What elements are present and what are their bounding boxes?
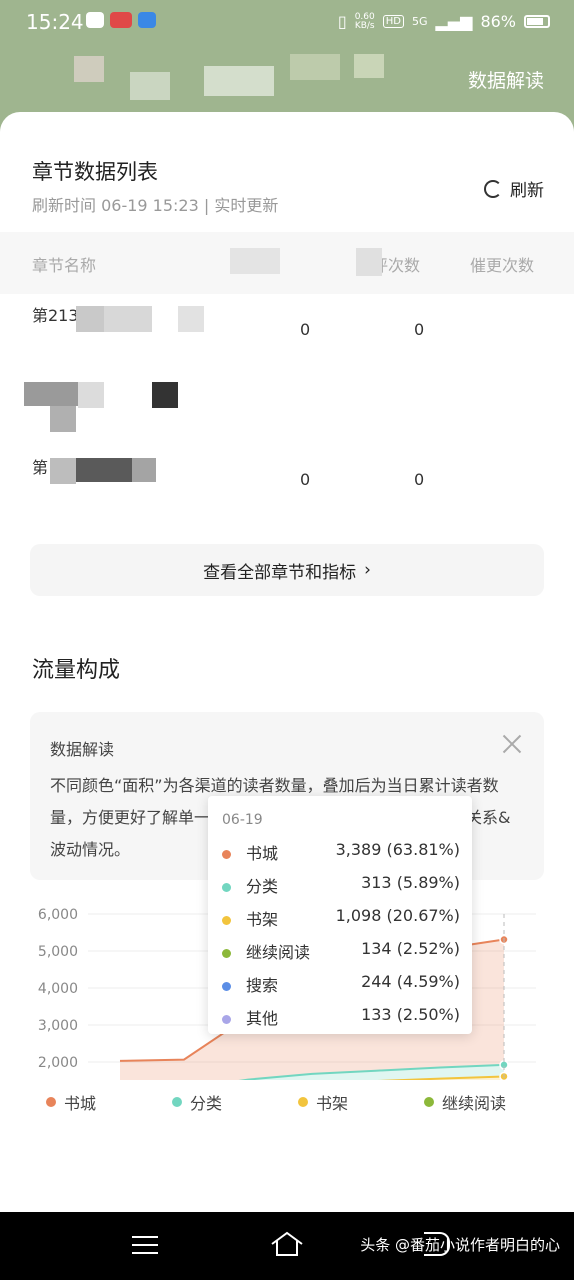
watermark: 头条 @番茄小说作者明白的心 xyxy=(360,1236,560,1254)
view-all-label: 查看全部章节和指标 xyxy=(203,562,357,583)
pixelated-text xyxy=(104,306,152,332)
legend-dot-icon xyxy=(222,883,231,892)
tooltip-row: 继续阅读 134 (2.52%) xyxy=(222,939,460,967)
row-value: 0 xyxy=(414,320,425,339)
tooltip-value: 3,389 (63.81%) xyxy=(335,840,460,859)
pixelated-text xyxy=(78,382,104,408)
table-row[interactable]: 第213章 念 0 0 xyxy=(0,294,574,372)
message-icon xyxy=(86,12,104,28)
tooltip-label: 书架 xyxy=(246,910,279,929)
chapter-list-title: 章节数据列表 xyxy=(32,160,158,184)
status-right: ▯ 0.60 KB/s HD 5G ▂▄▆ 86% xyxy=(338,12,550,31)
vibrate-icon: ▯ xyxy=(337,12,347,31)
table-row[interactable] xyxy=(0,370,574,448)
legend-label: 书城 xyxy=(64,1094,97,1113)
table-row[interactable]: 第 最后的变化 0 0 xyxy=(0,446,574,524)
legend-dot-icon xyxy=(222,850,231,859)
hd-icon: HD xyxy=(382,15,404,28)
tooltip-value: 133 (2.50%) xyxy=(361,1005,460,1024)
y-tick-label: 4,000 xyxy=(38,981,78,997)
notification-icons xyxy=(86,12,156,28)
y-tick-label: 2,000 xyxy=(38,1055,78,1071)
battery-percent: 86% xyxy=(480,12,516,31)
close-icon[interactable] xyxy=(500,732,524,756)
refresh-icon xyxy=(484,179,502,198)
legend-dot-icon xyxy=(222,1015,231,1024)
app-notification-icon xyxy=(138,12,156,28)
legend-label: 继续阅读 xyxy=(442,1094,507,1113)
tooltip-value: 244 (4.59%) xyxy=(361,972,460,991)
speed-unit: KB/s xyxy=(354,20,375,31)
signal-icon: ▂▄▆ xyxy=(435,12,473,31)
tooltip-row: 书城 3,389 (63.81%) xyxy=(222,840,460,868)
row-value: 0 xyxy=(300,470,311,489)
tooltip-value: 313 (5.89%) xyxy=(361,873,460,892)
tooltip-row: 搜索 244 (4.59%) xyxy=(222,972,460,1000)
pixelated-text xyxy=(24,382,78,406)
pixelated-text xyxy=(152,382,178,408)
network-speed: 0.60 KB/s xyxy=(354,12,375,31)
battery-icon xyxy=(524,15,550,28)
legend-dot-icon xyxy=(424,1097,434,1107)
legend-dot-icon xyxy=(172,1097,182,1107)
status-bar: 15:24 ▯ 0.60 KB/s HD 5G ▂▄▆ 86% xyxy=(0,0,574,44)
refresh-time: 刷新时间 06-19 15:23 | 实时更新 xyxy=(32,196,279,215)
legend-dot-icon xyxy=(298,1097,308,1107)
traffic-title: 流量构成 xyxy=(32,658,121,683)
page-header: 数据解读 xyxy=(0,46,574,116)
status-time: 15:24 xyxy=(26,10,84,34)
tooltip-label: 搜索 xyxy=(246,976,279,995)
system-nav-bar: 头条 @番茄小说作者明白的心 xyxy=(0,1212,574,1280)
tooltip-label: 分类 xyxy=(246,877,279,896)
pixelated-text xyxy=(50,458,76,484)
toutiao-icon xyxy=(110,12,132,28)
y-tick-label: 5,000 xyxy=(38,944,78,960)
tooltip-row: 书架 1,098 (20.67%) xyxy=(222,906,460,934)
tooltip-label: 书城 xyxy=(246,844,279,863)
pixelated-text xyxy=(132,458,156,482)
pixelated-text xyxy=(76,306,104,332)
data-interpretation-link[interactable]: 数据解读 xyxy=(468,66,544,93)
menu-icon[interactable] xyxy=(132,1236,158,1254)
tooltip-label: 其他 xyxy=(246,1009,279,1028)
legend-item[interactable]: 书城 xyxy=(46,1090,96,1114)
interpretation-title: 数据解读 xyxy=(50,740,115,759)
chart-tooltip: 06-19 书城 3,389 (63.81%) 分类 313 (5.89%) 书架 1,0… xyxy=(208,796,472,1034)
table-header: 章节名称 章评次数 催更次数 xyxy=(0,232,574,294)
legend-label: 书架 xyxy=(316,1094,349,1113)
legend-dot-icon xyxy=(222,949,231,958)
tooltip-date: 06-19 xyxy=(222,812,263,828)
home-icon[interactable] xyxy=(270,1230,304,1258)
legend-item[interactable]: 继续阅读 xyxy=(424,1090,506,1114)
tooltip-row: 其他 133 (2.50%) xyxy=(222,1005,460,1033)
col-chapter-name: 章节名称 xyxy=(32,256,97,275)
pixelated-title xyxy=(70,50,400,102)
tooltip-label: 继续阅读 xyxy=(246,943,311,962)
view-all-chapters-button[interactable]: 查看全部章节和指标 › xyxy=(30,544,544,596)
row-value: 0 xyxy=(300,320,311,339)
legend-dot-icon xyxy=(222,982,231,991)
col-urges: 催更次数 xyxy=(470,256,535,275)
tooltip-value: 1,098 (20.67%) xyxy=(335,906,460,925)
y-tick-label: 3,000 xyxy=(38,1018,78,1034)
pixelated-column xyxy=(230,248,280,274)
pixelated-text xyxy=(50,406,76,432)
chart-legend: 书城 分类 书架 继续阅读 xyxy=(0,1090,574,1120)
refresh-button[interactable]: 刷新 xyxy=(484,176,544,201)
tooltip-row: 分类 313 (5.89%) xyxy=(222,873,460,901)
legend-item[interactable]: 书架 xyxy=(298,1090,348,1114)
row-value: 0 xyxy=(414,470,425,489)
legend-dot-icon xyxy=(222,916,231,925)
refresh-label: 刷新 xyxy=(510,181,544,201)
tooltip-value: 134 (2.52%) xyxy=(361,939,460,958)
network-type: 5G xyxy=(411,15,428,28)
pixelated-cover xyxy=(356,248,382,276)
chevron-right-icon: › xyxy=(364,560,371,580)
y-tick-label: 6,000 xyxy=(38,907,78,923)
legend-dot-icon xyxy=(46,1097,56,1107)
legend-label: 分类 xyxy=(190,1094,223,1113)
legend-item[interactable]: 分类 xyxy=(172,1090,222,1114)
pixelated-text xyxy=(178,306,204,332)
pixelated-text xyxy=(76,458,132,482)
